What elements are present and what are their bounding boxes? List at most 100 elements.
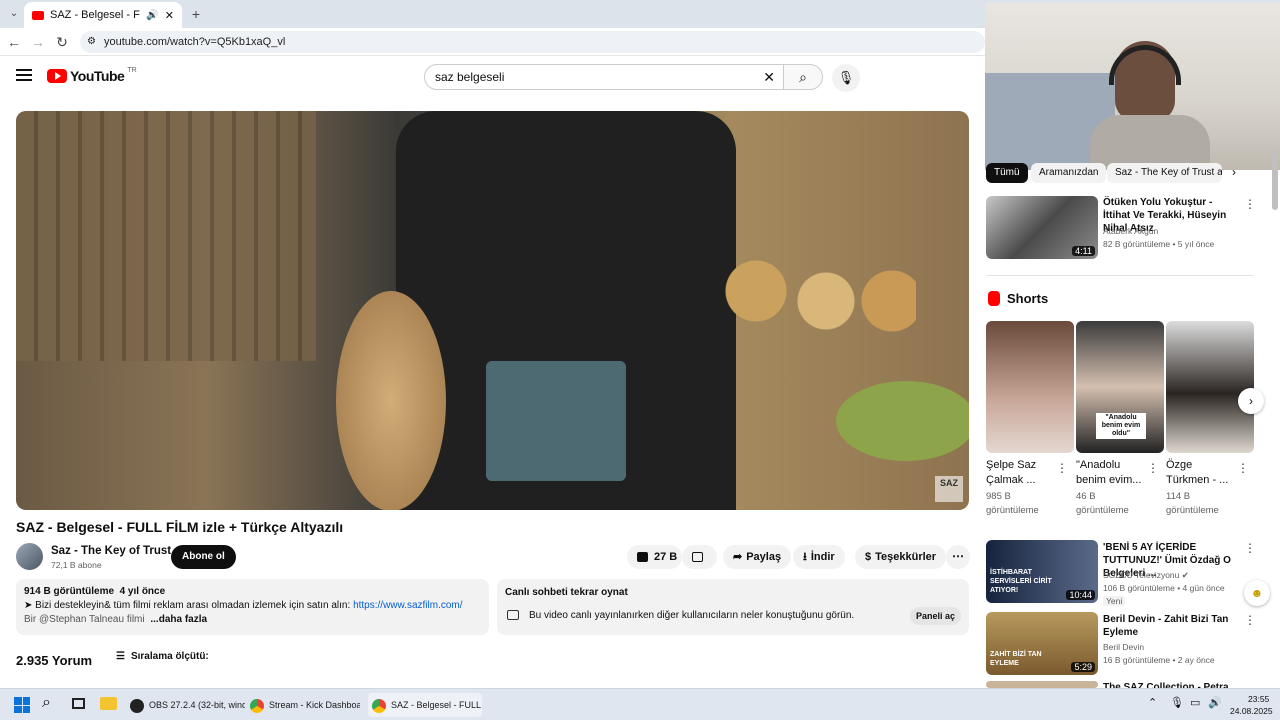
share-label: Paylaş [746,551,782,563]
rec-title[interactable]: Beril Devin - Zahit Bizi Tan Eyleme [1103,613,1238,639]
description-box[interactable]: 914 B görüntüleme 4 yıl önce ➤ Bizi dest… [16,579,489,635]
description-line-1: ➤ Bizi destekleyin& tüm filmi reklam ara… [24,599,481,613]
rec-thumbnail-text: İSTİHBARAT SERVİSLERİ CİRİT ATIYOR! [990,569,1052,594]
search-button[interactable]: ⌕ [783,64,823,90]
like-count: 27 B [654,551,678,563]
sort-label: Sıralama ölçütü: [130,651,209,662]
rec-duration: 4:11 [1072,246,1095,256]
chip-from-search[interactable]: Aramanızdan [1031,163,1107,183]
tab-title: SAZ - Belgesel - FULL FİLM [50,9,140,21]
more-actions-button[interactable]: ⋯ [946,545,970,569]
rec-meta: 106 B görüntüleme • 4 gün önce [1103,583,1225,593]
channel-avatar[interactable] [16,543,43,570]
tab-search-icon[interactable]: ⌄ [4,4,24,24]
webcam-headset [1109,45,1181,85]
taskbar: ⌕ OBS 27.2.4 (32-bit, wind Stream - Kick… [0,688,1280,720]
rec-menu-icon[interactable]: ⋮ [1244,541,1256,555]
rec-menu-icon[interactable]: ⋮ [1244,613,1256,627]
task-view-icon[interactable] [72,698,85,709]
channel-name[interactable]: Saz - The Key of Trust [51,545,171,557]
rec-duration: 10:44 [1066,590,1095,600]
description-link[interactable]: https://www.sazfilm.com/ [353,600,462,611]
short-thumbnail[interactable] [986,321,1074,453]
new-tab-icon[interactable]: + [186,4,206,24]
short-thumbnail[interactable]: "Anadolu benim evim oldu" [1076,321,1164,453]
taskbar-chrome-kick[interactable]: Stream - Kick Dashboar [250,693,360,717]
clear-search-icon[interactable]: ✕ [763,65,775,89]
rec-thumbnail[interactable] [986,681,1098,688]
saz-body [336,291,446,510]
taskbar-obs[interactable]: OBS 27.2.4 (32-bit, wind [130,693,245,717]
short-menu-icon[interactable]: ⋮ [1147,461,1159,475]
address-bar[interactable]: ⚙ youtube.com/watch?v=Q5Kb1xaQ_vl [80,31,985,53]
rec-channel[interactable]: Beril Devin [1103,642,1144,652]
youtube-header: YouTube TR saz belgeseli ✕ ⌕ 🎙 [0,57,985,97]
close-tab-icon[interactable]: ✕ [165,9,174,22]
rec-thumbnail[interactable]: İSTİHBARAT SERVİSLERİ CİRİT ATIYOR! 10:4… [986,540,1098,603]
youtube-logo[interactable]: YouTube TR [47,67,137,84]
short-menu-icon[interactable]: ⋮ [1056,461,1068,475]
short-title[interactable]: Şelpe Saz Çalmak ... [986,458,1056,488]
search-input[interactable]: saz belgeseli ✕ [424,64,784,90]
reload-icon[interactable]: ↻ [52,32,72,52]
browser-tab-active[interactable]: SAZ - Belgesel - FULL FİLM 🔊 ✕ [24,2,182,28]
volume-icon[interactable]: 🔊 [1208,696,1222,709]
logo-text: YouTube [70,68,125,84]
show-more-link[interactable]: ...daha fazla [150,614,207,625]
chip-channel[interactable]: Saz - The Key of Trust ad [1107,163,1222,183]
search-taskbar-icon[interactable]: ⌕ [42,694,51,712]
menu-icon[interactable] [16,69,32,81]
site-info-icon[interactable]: ⚙ [87,31,96,53]
like-button[interactable]: 27 B [627,545,682,569]
shelf-background [16,111,316,361]
short-views: 46 Bgörüntüleme [1076,491,1129,516]
share-button[interactable]: ➦ Paylaş [723,545,792,569]
dislike-button[interactable] [682,545,717,569]
sort-button[interactable]: ☰ Sıralama ölçütü: [116,651,209,662]
thanks-label: Teşekkürler [875,551,937,563]
video-player[interactable]: SAZ [16,111,969,510]
rec-thumbnail[interactable]: ZAHİT BİZİ TAN EYLEME 5:29 [986,612,1098,675]
rec-menu-icon[interactable]: ⋮ [1244,197,1256,211]
forward-icon[interactable]: → [28,32,48,52]
rec-channel[interactable]: SÖZCÜ Televizyonu ✔ [1103,570,1189,581]
floating-emoji-button[interactable]: ☻ [1244,580,1270,606]
thumbs-up-icon [637,552,648,563]
windows-start-icon[interactable] [14,697,30,713]
rec-title[interactable]: The SAZ Collection - Petra [1103,681,1238,688]
video-title: SAZ - Belgesel - FULL FİLM izle + Türkçe… [16,519,344,535]
sidebar-divider [986,275,1254,276]
page-scrollbar[interactable] [1272,150,1278,210]
shorts-icon [988,291,1000,306]
short-views: 985 Bgörüntüleme [986,491,1039,516]
chip-all[interactable]: Tümü [986,163,1028,183]
rec-channel[interactable]: Ataberk Akgün [1103,226,1158,236]
shorts-next-button[interactable]: › [1238,388,1264,414]
network-icon[interactable]: ▭ [1190,696,1200,709]
back-icon[interactable]: ← [4,32,24,52]
tray-overflow-icon[interactable]: ⌃ [1148,696,1157,709]
download-button[interactable]: ⭳ İndir [793,545,845,569]
thanks-button[interactable]: $ Teşekkürler [855,545,947,569]
clock-date[interactable]: 24.08.2025 [1230,706,1273,716]
short-thumbnail[interactable] [1166,321,1254,453]
rec-thumbnail[interactable]: 4:11 [986,196,1098,259]
voice-search-button[interactable]: 🎙 [832,64,860,92]
file-explorer-icon[interactable] [100,697,117,710]
open-panel-button[interactable]: Paneli aç [909,607,961,625]
live-chat-text: Bu video canlı yayınlanırken diğer kulla… [529,610,855,621]
subscribe-button[interactable]: Abone ol [171,545,236,569]
clock-time[interactable]: 23:55 [1248,694,1269,704]
webcam-shirt [1090,115,1210,170]
short-menu-icon[interactable]: ⋮ [1237,461,1249,475]
microphone-icon: 🎙 [837,70,855,85]
sort-icon: ☰ [116,651,125,662]
short-title[interactable]: Özge Türkmen - ... [1166,458,1236,488]
mic-tray-icon[interactable]: 🎙 [1170,696,1184,709]
chip-next-icon[interactable]: › [1232,165,1236,179]
search-query: saz belgeseli [435,70,505,84]
taskbar-chrome-youtube[interactable]: SAZ - Belgesel - FULL Fİ [368,693,482,717]
chat-icon [507,610,519,620]
download-icon: ⭳ [803,551,807,563]
short-title[interactable]: "Anadolu benim evim... [1076,458,1146,488]
